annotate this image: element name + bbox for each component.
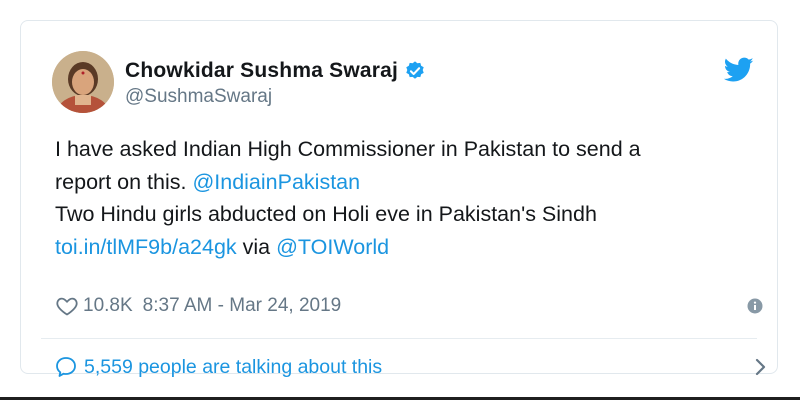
mention-link[interactable]: @IndiainPakistan [192,170,360,194]
article-link[interactable]: toi.in/tlMF9b/a24gk [55,235,237,259]
speech-bubble-icon [56,357,76,377]
tweet-timestamp[interactable]: 8:37 AM - Mar 24, 2019 [143,295,342,317]
tweet-text-line: Two Hindu girls abducted on Holi eve in … [55,202,597,226]
tweet-meta: 10.8K 8:37 AM - Mar 24, 2019 [55,291,763,321]
tweet-text: I have asked Indian High Commissioner in… [55,133,755,263]
mention-link[interactable]: @TOIWorld [276,235,389,259]
tweet-text-fragment: report on this. [55,169,193,194]
tweet-text-line: toi.in/tlMF9b/a24gk via @TOIWorld [55,231,755,264]
heart-icon[interactable] [55,294,79,318]
via-text: via [236,234,277,259]
tweet-text-line: I have asked Indian High Commissioner in… [55,137,641,161]
tweet-card: Chowkidar Sushma Swaraj @SushmaSwaraj I … [20,20,778,378]
author-handle[interactable]: @SushmaSwaraj [125,86,272,108]
like-count[interactable]: 10.8K [83,295,133,317]
tweet-header: Chowkidar Sushma Swaraj @SushmaSwaraj [52,51,754,113]
verified-badge-icon [406,61,424,79]
avatar[interactable] [52,51,114,113]
tweet-text-line: report on this. @IndiainPakistan [55,166,755,199]
chevron-right-icon[interactable] [754,357,768,377]
info-icon[interactable] [747,298,763,314]
talking-count-text: 5,559 people are talking about this [84,355,383,378]
author-name[interactable]: Chowkidar Sushma Swaraj [125,59,398,83]
divider [41,338,757,339]
author-row: Chowkidar Sushma Swaraj [125,59,426,83]
conversation-link[interactable]: 5,559 people are talking about this [54,349,766,385]
twitter-bird-icon[interactable] [724,57,754,83]
